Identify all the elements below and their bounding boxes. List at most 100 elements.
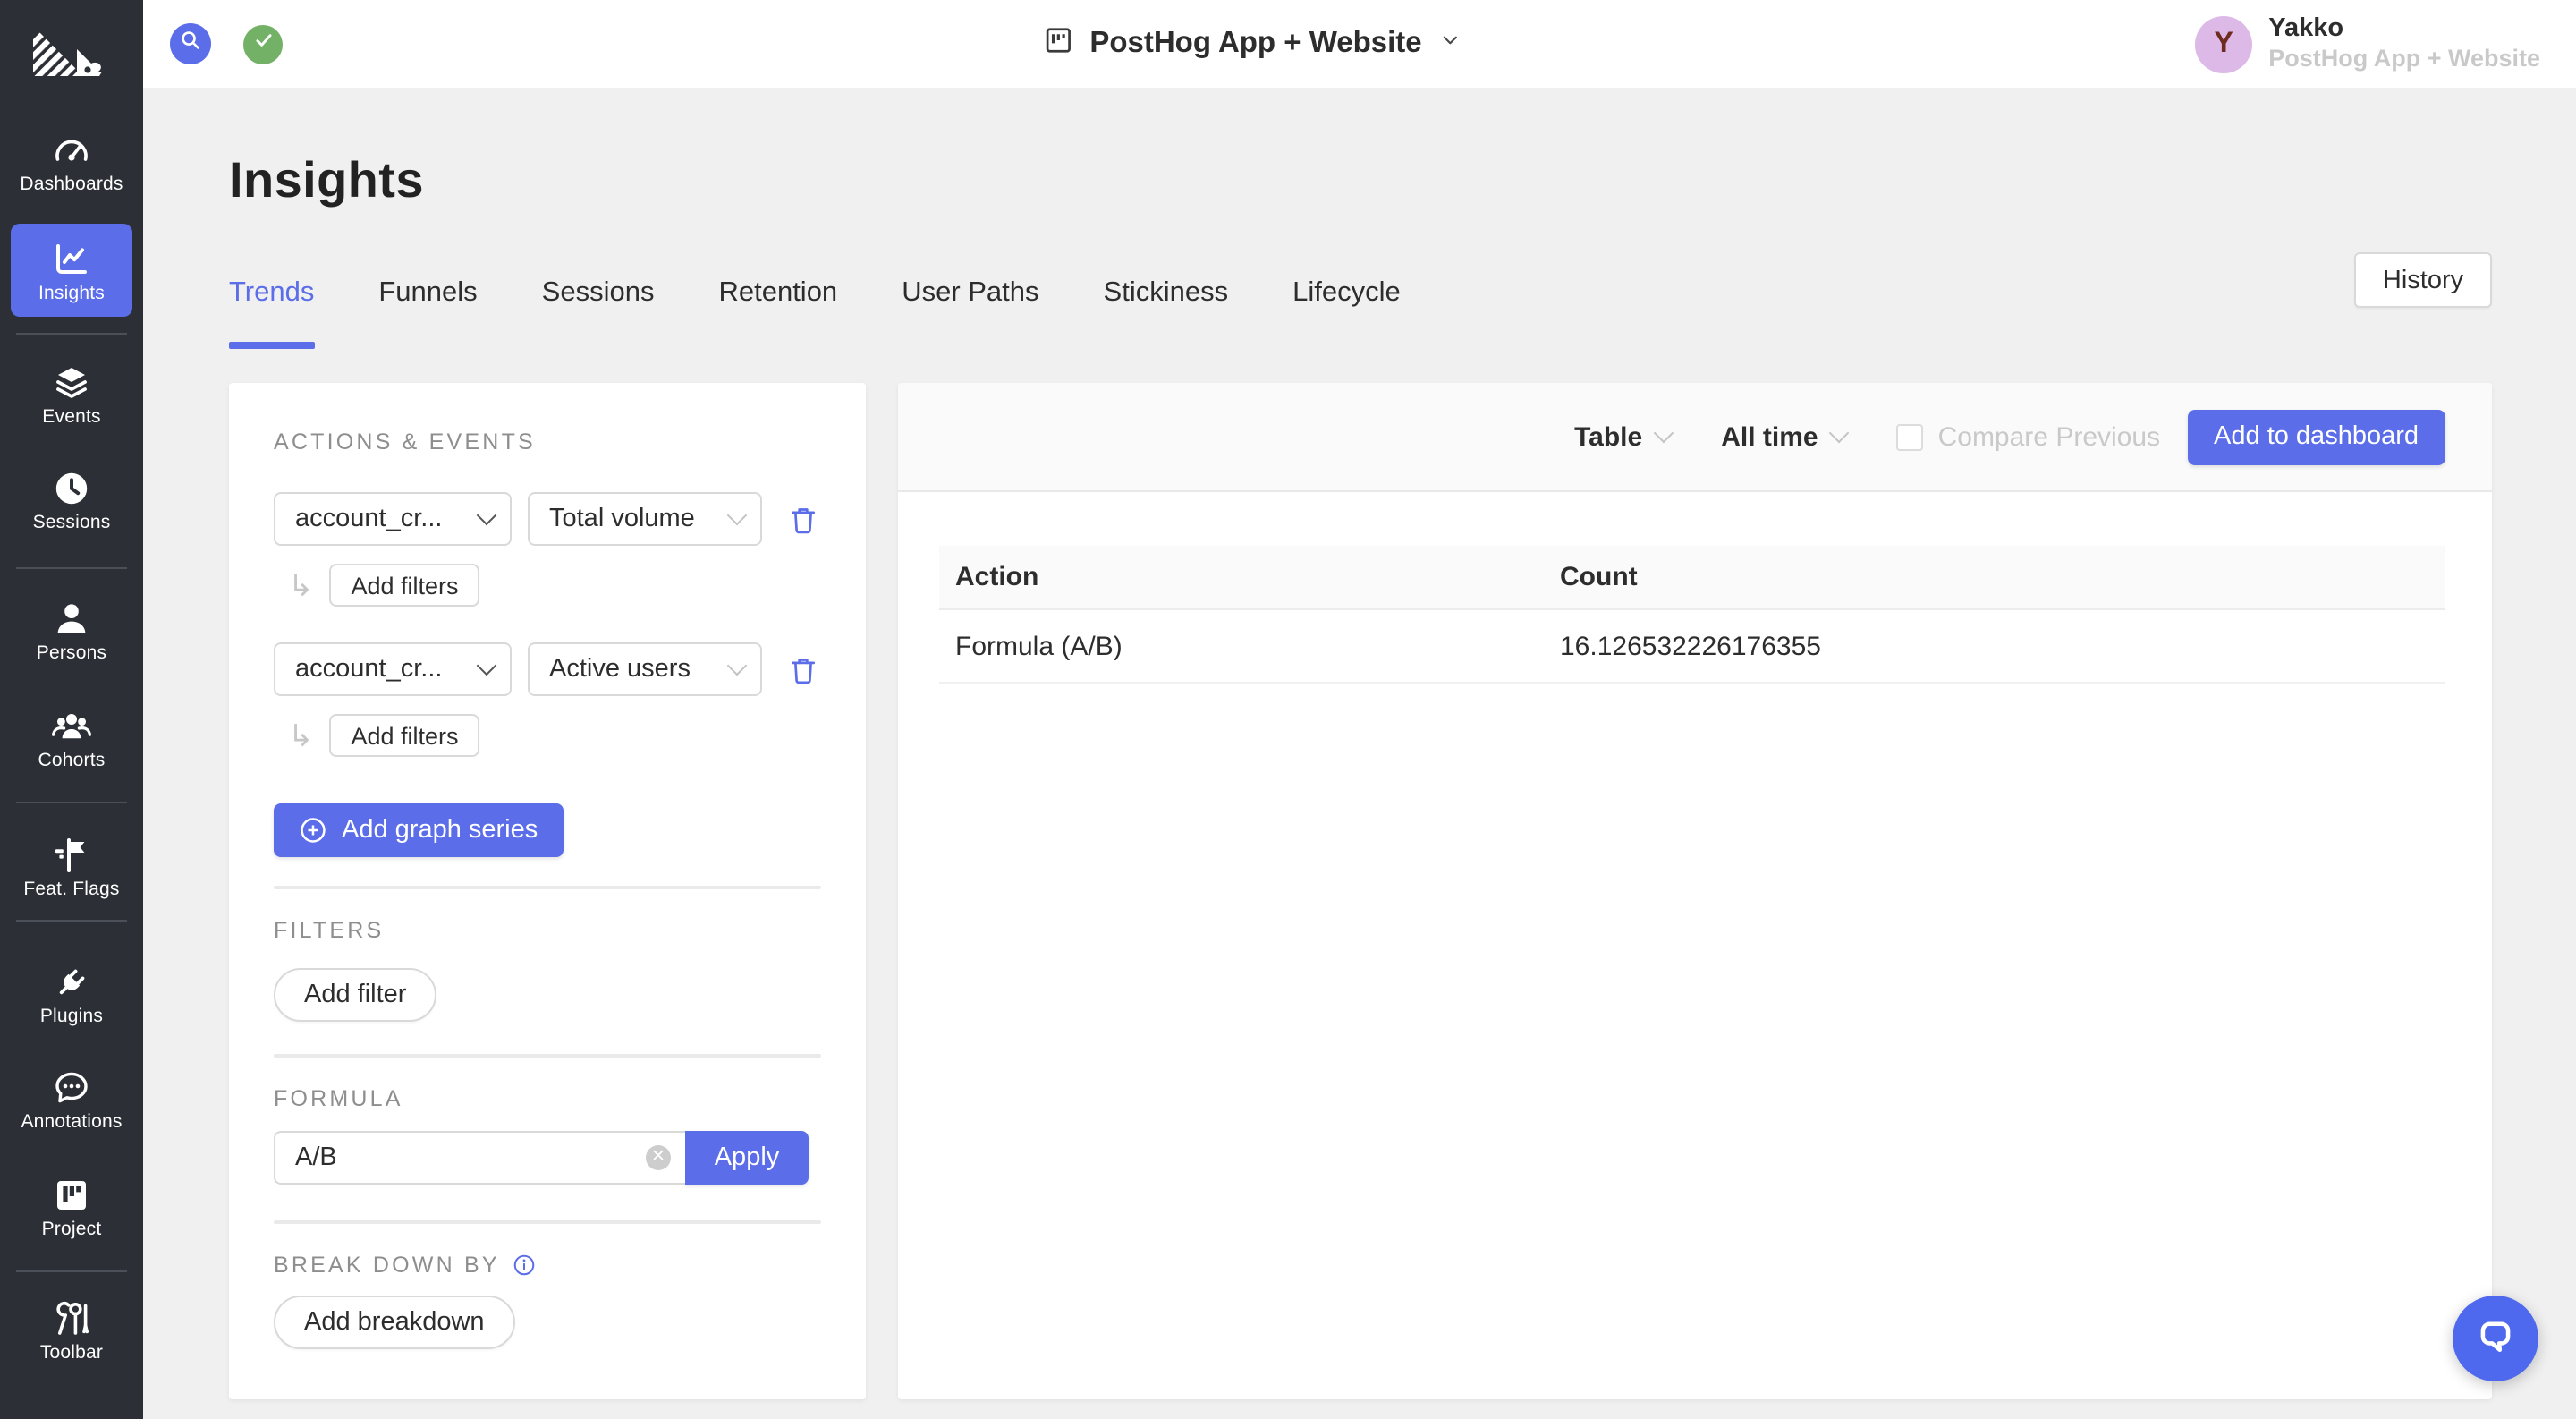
search-icon [179, 28, 202, 60]
event-select[interactable]: account_cr... [274, 642, 512, 696]
sidebar-item-sessions[interactable]: Sessions [0, 467, 143, 533]
cell-action: Formula (A/B) [939, 609, 1544, 683]
sidebar-divider [16, 333, 127, 335]
sidebar-item-label: Project [0, 1219, 143, 1240]
tab-funnels[interactable]: Funnels [378, 277, 477, 310]
date-range-dropdown[interactable]: All time [1721, 421, 1846, 452]
tab-user-paths[interactable]: User Paths [902, 277, 1038, 310]
sidebar-item-label: Sessions [0, 512, 143, 533]
query-panel: ACTIONS & EVENTS account_cr... Total vol… [229, 383, 866, 1399]
event-select[interactable]: account_cr... [274, 492, 512, 546]
topbar: PostHog App + Website Y Yakko PostHog Ap… [143, 0, 2576, 88]
breakdown-heading: BREAK DOWN BY [274, 1253, 500, 1278]
main-content: Insights Trends Funnels Sessions Retenti… [143, 88, 2576, 1419]
view-type-dropdown[interactable]: Table [1574, 421, 1671, 452]
sidebar-item-persons[interactable]: Persons [0, 598, 143, 664]
clear-input-icon[interactable]: ✕ [646, 1145, 671, 1170]
plus-circle-icon [299, 816, 327, 845]
chevron-down-icon [727, 506, 748, 526]
compare-previous-control: Compare Previous [1897, 421, 2160, 452]
results-table: Action Count Formula (A/B) 16.1265322261… [939, 546, 2445, 684]
sidebar-item-feature-flags[interactable]: Feat. Flags [0, 834, 143, 900]
actions-events-heading: ACTIONS & EVENTS [274, 429, 821, 455]
search-button[interactable] [170, 23, 211, 64]
add-filter-button[interactable]: Add filter [274, 968, 436, 1022]
tab-sessions[interactable]: Sessions [542, 277, 655, 310]
series-filter-row: ↳ Add filters [288, 564, 821, 607]
project-board-icon [1043, 24, 1073, 64]
add-breakdown-button[interactable]: Add breakdown [274, 1296, 515, 1349]
view-type-value: Table [1574, 421, 1642, 452]
table-row: Formula (A/B) 16.126532226176355 [939, 609, 2445, 683]
sidebar-item-label: Cohorts [0, 750, 143, 771]
speech-bubble-icon [50, 1066, 93, 1109]
project-switcher[interactable]: PostHog App + Website [1043, 0, 1461, 88]
status-check-button[interactable] [243, 25, 283, 64]
user-organization: PostHog App + Website [2268, 45, 2540, 73]
divider [274, 886, 821, 889]
people-icon [50, 705, 93, 748]
sidebar: Dashboards Insights Events [0, 0, 143, 1419]
apply-formula-button[interactable]: Apply [685, 1131, 809, 1185]
delete-series-button[interactable] [787, 652, 819, 686]
sidebar-item-events[interactable]: Events [0, 361, 143, 428]
series-filter-row: ↳ Add filters [288, 714, 821, 757]
sidebar-item-dashboards[interactable]: Dashboards [0, 129, 143, 195]
add-graph-series-button[interactable]: Add graph series [274, 803, 563, 857]
posthog-logo-icon[interactable] [30, 29, 107, 79]
sidebar-item-cohorts[interactable]: Cohorts [0, 705, 143, 771]
sidebar-item-toolbar[interactable]: Toolbar [0, 1297, 143, 1364]
sidebar-item-annotations[interactable]: Annotations [0, 1066, 143, 1133]
formula-input[interactable] [274, 1131, 685, 1185]
series-row: account_cr... Total volume [274, 492, 821, 546]
chevron-down-icon [1829, 423, 1850, 444]
nested-arrow-icon: ↳ [288, 570, 314, 600]
sidebar-item-label: Feat. Flags [0, 879, 143, 900]
math-select[interactable]: Active users [528, 642, 762, 696]
tab-lifecycle[interactable]: Lifecycle [1292, 277, 1401, 310]
stack-icon [50, 361, 93, 404]
add-to-dashboard-button[interactable]: Add to dashboard [2187, 409, 2445, 464]
chevron-down-icon [727, 656, 748, 676]
project-switcher-label: PostHog App + Website [1089, 27, 1421, 61]
sidebar-divider [16, 802, 127, 803]
add-filters-button[interactable]: Add filters [330, 564, 480, 607]
tab-trends[interactable]: Trends [229, 277, 314, 310]
history-button[interactable]: History [2354, 252, 2492, 308]
sidebar-item-label: Toolbar [0, 1342, 143, 1364]
results-panel: Table All time Compare Previous Add to d… [898, 383, 2492, 1399]
line-chart-icon [50, 237, 93, 280]
divider [274, 1054, 821, 1058]
user-menu[interactable]: Y Yakko PostHog App + Website [2195, 14, 2540, 73]
chevron-down-icon [1438, 28, 1462, 60]
nested-arrow-icon: ↳ [288, 720, 314, 751]
sidebar-item-label: Annotations [0, 1111, 143, 1133]
formula-row: ✕ Apply [274, 1131, 821, 1185]
math-select-value: Active users [549, 655, 691, 684]
table-header-row: Action Count [939, 546, 2445, 609]
math-select[interactable]: Total volume [528, 492, 762, 546]
tab-stickiness[interactable]: Stickiness [1104, 277, 1229, 310]
sidebar-item-label: Events [0, 406, 143, 428]
page-title: Insights [229, 152, 2492, 209]
sidebar-item-label: Plugins [0, 1006, 143, 1027]
formula-heading: FORMULA [274, 1086, 821, 1111]
chevron-down-icon [1654, 423, 1674, 444]
sidebar-item-project[interactable]: Project [0, 1174, 143, 1240]
info-icon[interactable] [513, 1253, 538, 1278]
sidebar-item-label: Persons [0, 642, 143, 664]
filters-heading: FILTERS [274, 918, 821, 943]
clock-icon [50, 467, 93, 510]
divider [274, 1220, 821, 1224]
compare-previous-checkbox[interactable] [1897, 423, 1924, 450]
sidebar-divider [16, 567, 127, 569]
event-select-value: account_cr... [295, 655, 442, 684]
sidebar-item-plugins[interactable]: Plugins [0, 961, 143, 1027]
results-toolbar: Table All time Compare Previous Add to d… [898, 383, 2492, 492]
sidebar-item-insights[interactable]: Insights [11, 224, 132, 317]
tab-retention[interactable]: Retention [718, 277, 837, 310]
delete-series-button[interactable] [787, 502, 819, 536]
kanban-icon [50, 1174, 93, 1217]
support-chat-button[interactable] [2453, 1296, 2538, 1381]
add-filters-button[interactable]: Add filters [330, 714, 480, 757]
